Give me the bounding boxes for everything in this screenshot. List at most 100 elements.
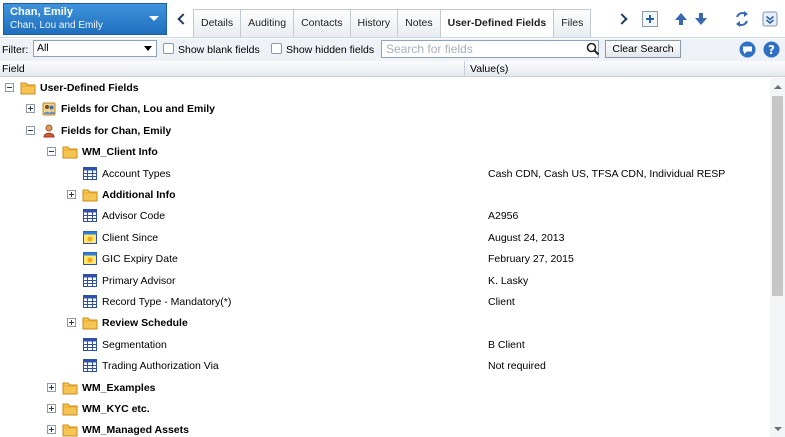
chevron-right-icon[interactable] [612, 8, 634, 30]
filter-label: Filter: [2, 44, 29, 56]
tree-row[interactable]: Review Schedule [0, 313, 770, 334]
tree-row[interactable]: User-Defined Fields [0, 78, 770, 99]
refresh-icon[interactable] [733, 10, 751, 28]
household-icon [41, 101, 57, 116]
client-selector[interactable]: Chan, Emily Chan, Lou and Emily [3, 3, 167, 35]
tree-row[interactable]: WM_Client Info [0, 142, 770, 163]
tree-row-label: Additional Info [102, 189, 176, 201]
collapse-icon[interactable] [761, 10, 779, 28]
scroll-down-icon[interactable] [774, 427, 782, 431]
tree-row[interactable]: GIC Expiry Date February 27, 2015 [0, 249, 770, 270]
grid-field-icon [82, 294, 98, 309]
folder-icon [20, 80, 36, 95]
chevron-left-icon[interactable] [170, 8, 192, 30]
tree-row[interactable]: Segmentation B Client [0, 335, 770, 356]
tree-row-label: Fields for Chan, Emily [61, 124, 172, 137]
expand-icon[interactable] [67, 190, 76, 199]
tree-row[interactable]: Advisor Code A2956 [0, 206, 770, 227]
search-input[interactable]: Search for fields [381, 40, 599, 58]
tree-row[interactable]: Record Type - Mandatory(*) Client [0, 292, 770, 313]
tree-row-label: WM_Client Info [82, 146, 158, 159]
tab-history[interactable]: History [349, 9, 399, 37]
tree-row-label: Client Since [102, 231, 159, 244]
chevron-down-icon[interactable] [149, 16, 159, 21]
tree-row[interactable]: WM_Examples [0, 378, 770, 399]
client-household: Chan, Lou and Emily [10, 20, 103, 31]
expand-icon[interactable] [47, 425, 56, 435]
column-header: Field Value(s) [0, 61, 785, 77]
tree-row-label: Account Types [102, 167, 171, 180]
grid-field-icon [82, 358, 98, 373]
tree-row[interactable]: WM_KYC etc. [0, 399, 770, 420]
arrow-down-icon[interactable] [692, 10, 710, 28]
tab-notes[interactable]: Notes [397, 9, 441, 37]
tree-row-label: WM_KYC etc. [82, 403, 150, 415]
show-hidden-checkbox[interactable] [271, 43, 282, 54]
add-tab-icon[interactable] [641, 10, 659, 28]
tree-row-label: WM_Examples [82, 381, 156, 394]
chat-icon[interactable] [739, 41, 756, 58]
tree-row-label: Record Type - Mandatory(*) [102, 296, 232, 308]
scroll-thumb[interactable] [772, 96, 783, 296]
folder-icon [82, 315, 98, 330]
tree-row-label: User-Defined Fields [40, 82, 139, 94]
top-toolbar: Chan, Emily Chan, Lou and Emily Details … [0, 0, 785, 38]
expand-icon[interactable] [67, 318, 76, 328]
search-placeholder: Search for fields [386, 42, 473, 56]
folder-icon [82, 187, 98, 202]
expand-icon[interactable] [47, 382, 56, 392]
tab-user-defined-fields[interactable]: User-Defined Fields [439, 9, 555, 37]
arrow-up-icon[interactable] [672, 10, 690, 28]
tree-row-label: Fields for Chan, Lou and Emily [61, 103, 216, 116]
expand-icon[interactable] [26, 104, 35, 114]
tree-row[interactable]: Account Types Cash CDN, Cash US, TFSA CDN… [0, 164, 770, 185]
tree-row-value: Client [488, 296, 515, 308]
tree-row-value: Not required [488, 360, 546, 373]
tree-row-value: August 24, 2013 [488, 231, 565, 244]
field-column-header[interactable]: Field [2, 63, 25, 75]
collapse-node-icon[interactable] [26, 125, 35, 135]
scroll-up-icon[interactable] [774, 85, 782, 89]
help-icon[interactable]: ? [763, 41, 780, 58]
tree-row[interactable]: Client Since August 24, 2013 [0, 228, 770, 249]
date-field-icon [82, 251, 98, 266]
collapse-node-icon[interactable] [5, 83, 14, 92]
tab-details[interactable]: Details [193, 9, 242, 37]
show-hidden-label[interactable]: Show hidden fields [286, 44, 374, 56]
grid-field-icon [82, 273, 98, 288]
tree-row-label: GIC Expiry Date [102, 253, 178, 266]
tree-row[interactable]: Additional Info [0, 185, 770, 206]
tree-row-label: WM_Managed Assets [82, 424, 189, 437]
collapse-node-icon[interactable] [47, 147, 56, 157]
search-icon[interactable] [586, 42, 600, 56]
show-blank-label[interactable]: Show blank fields [178, 44, 260, 56]
expand-icon[interactable] [47, 404, 56, 413]
show-blank-checkbox[interactable] [163, 43, 174, 54]
grid-field-icon [82, 208, 98, 223]
tree-row[interactable]: Primary Advisor K. Lasky [0, 271, 770, 292]
svg-text:?: ? [768, 43, 775, 57]
tree-row[interactable]: WM_Managed Assets [0, 420, 770, 437]
tree-row-value: B Client [488, 338, 525, 351]
vertical-scrollbar[interactable] [770, 78, 785, 437]
tree-row-value: A2956 [488, 210, 519, 223]
grid-field-icon [82, 337, 98, 352]
column-divider[interactable] [464, 61, 465, 77]
tree-row-value: February 27, 2015 [488, 253, 574, 266]
tree-row[interactable]: Fields for Chan, Emily [0, 121, 770, 142]
folder-icon [62, 380, 78, 395]
tab-auditing[interactable]: Auditing [240, 9, 295, 37]
fields-tree: User-Defined Fields Fields for Chan, Lou … [0, 78, 770, 437]
person-icon [41, 123, 57, 138]
tree-row-value: K. Lasky [488, 274, 529, 287]
tab-files[interactable]: Files [553, 9, 592, 37]
tree-row-value: Cash CDN, Cash US, TFSA CDN, Individual … [488, 167, 726, 180]
tree-row[interactable]: Fields for Chan, Lou and Emily [0, 99, 770, 120]
dropdown-arrow-icon[interactable] [144, 46, 152, 51]
tree-row[interactable]: Trading Authorization Via Not required [0, 356, 770, 377]
values-column-header[interactable]: Value(s) [470, 63, 508, 75]
date-field-icon [82, 230, 98, 245]
clear-search-button[interactable]: Clear Search [605, 40, 681, 58]
tab-contacts[interactable]: Contacts [293, 9, 351, 37]
filter-select[interactable]: All [33, 40, 157, 57]
